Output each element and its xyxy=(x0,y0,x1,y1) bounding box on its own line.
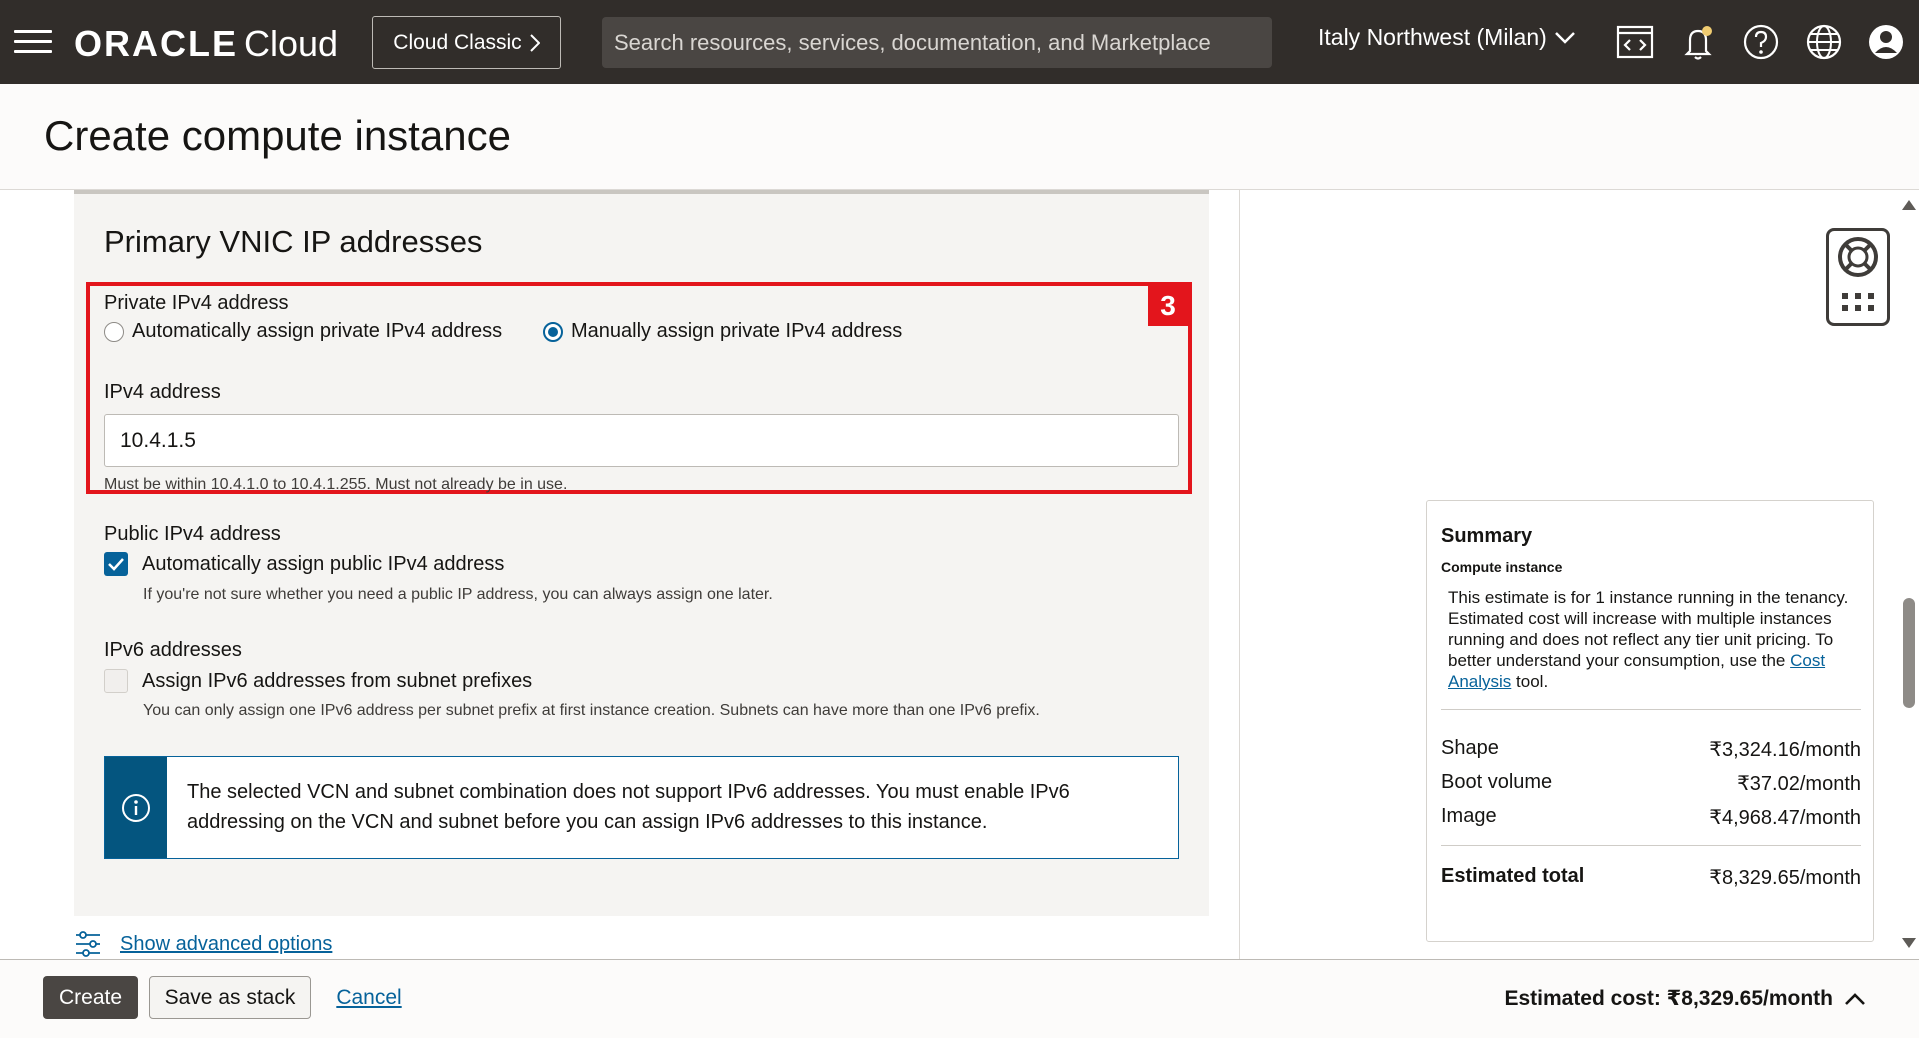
annotation-badge: 3 xyxy=(1148,286,1188,326)
code-editor-icon[interactable] xyxy=(1615,22,1655,62)
info-bar xyxy=(105,757,167,858)
help-widget[interactable] xyxy=(1826,228,1890,326)
section-title: Primary VNIC IP addresses xyxy=(104,224,483,259)
summary-description: This estimate is for 1 instance running … xyxy=(1448,587,1858,692)
logo-brand: ORACLE xyxy=(74,23,238,64)
radio-auto-label: Automatically assign private IPv4 addres… xyxy=(132,320,503,342)
summary-total-row: Estimated total ₹8,329.65/month xyxy=(1441,865,1861,890)
radio-manual-private-ipv4[interactable]: Manually assign private IPv4 address xyxy=(543,320,902,343)
panel-divider xyxy=(1239,190,1240,959)
ipv6-info-banner: The selected VCN and subnet combination … xyxy=(104,756,1179,859)
summary-title: Summary xyxy=(1441,525,1533,547)
cloud-classic-label: Cloud Classic xyxy=(393,30,522,54)
summary-row-label: Image xyxy=(1441,805,1497,827)
menu-icon[interactable] xyxy=(14,30,52,54)
oracle-cloud-logo[interactable]: ORACLE Cloud xyxy=(74,24,338,64)
footer-bar: Create Save as stack Cancel Estimated co… xyxy=(0,959,1919,1038)
radio-manual-circle[interactable] xyxy=(543,321,563,342)
summary-subtitle: Compute instance xyxy=(1441,559,1563,575)
language-globe-icon[interactable] xyxy=(1804,22,1844,62)
create-button[interactable]: Create xyxy=(43,976,138,1019)
chevron-up-icon xyxy=(1845,992,1865,1005)
page-title: Create compute instance xyxy=(44,112,511,159)
radio-auto-private-ipv4[interactable]: Automatically assign private IPv4 addres… xyxy=(104,320,502,343)
info-message: The selected VCN and subnet combination … xyxy=(187,781,1070,833)
ipv4-address-hint: Must be within 10.4.1.0 to 10.4.1.255. M… xyxy=(104,476,568,493)
radio-manual-label: Manually assign private IPv4 address xyxy=(571,320,903,342)
summary-panel: Summary Compute instance This estimate i… xyxy=(1426,500,1874,942)
scroll-up-arrow-icon[interactable] xyxy=(1902,200,1916,210)
ipv6-hint: You can only assign one IPv6 address per… xyxy=(143,702,1040,719)
top-header: ORACLE Cloud Cloud Classic Search resourc… xyxy=(0,0,1919,84)
summary-row-value: ₹4,968.47/month xyxy=(1709,807,1861,829)
scrollbar-thumb[interactable] xyxy=(1903,598,1915,708)
region-label: Italy Northwest (Milan) xyxy=(1318,24,1547,50)
show-advanced-options-link[interactable]: Show advanced options xyxy=(74,930,332,958)
cloud-classic-button[interactable]: Cloud Classic xyxy=(372,16,561,69)
ipv4-address-label: IPv4 address xyxy=(104,381,221,403)
checkbox-unchecked-icon[interactable] xyxy=(104,669,128,693)
checkbox-checked-icon[interactable] xyxy=(104,552,128,576)
chevron-right-icon xyxy=(529,33,540,52)
summary-row: Boot volume ₹37.02/month xyxy=(1441,771,1861,796)
summary-description-text: This estimate is for 1 instance running … xyxy=(1448,588,1849,670)
vnic-ip-section: Primary VNIC IP addresses 3 Private IPv4… xyxy=(74,190,1209,916)
user-profile-icon[interactable] xyxy=(1866,22,1906,62)
sliders-icon xyxy=(76,931,100,957)
search-input[interactable]: Search resources, services, documentatio… xyxy=(602,17,1272,68)
checkbox-public-ipv4[interactable]: Automatically assign public IPv4 address xyxy=(104,552,504,576)
help-icon[interactable] xyxy=(1741,22,1781,62)
private-ipv4-label: Private IPv4 address xyxy=(104,292,289,314)
estimated-cost-toggle[interactable]: Estimated cost: ₹8,329.65/month xyxy=(1504,986,1865,1011)
lifebuoy-icon xyxy=(1838,237,1878,277)
ipv4-address-value: 10.4.1.5 xyxy=(120,428,196,452)
cancel-link[interactable]: Cancel xyxy=(333,976,405,1019)
summary-total-value: ₹8,329.65/month xyxy=(1709,867,1861,889)
region-selector[interactable]: Italy Northwest (Milan) xyxy=(1318,24,1575,51)
checkbox-ipv6[interactable]: Assign IPv6 addresses from subnet prefix… xyxy=(104,669,532,693)
summary-divider xyxy=(1441,709,1861,710)
main-content: Primary VNIC IP addresses 3 Private IPv4… xyxy=(0,190,1919,959)
ipv6-label: IPv6 addresses xyxy=(104,639,242,661)
summary-divider xyxy=(1441,845,1861,846)
page-header: Create compute instance xyxy=(0,84,1919,190)
summary-row: Image ₹4,968.47/month xyxy=(1441,805,1861,830)
summary-row-value: ₹3,324.16/month xyxy=(1709,739,1861,761)
checkbox-public-label: Automatically assign public IPv4 address xyxy=(142,552,505,575)
public-ipv4-hint: If you're not sure whether you need a pu… xyxy=(143,586,773,603)
summary-row-label: Shape xyxy=(1441,737,1499,759)
search-placeholder: Search resources, services, documentatio… xyxy=(614,29,1211,55)
estimated-cost-label: Estimated cost: ₹8,329.65/month xyxy=(1504,987,1833,1010)
scroll-down-arrow-icon[interactable] xyxy=(1902,938,1916,948)
summary-row-value: ₹37.02/month xyxy=(1737,773,1861,795)
show-advanced-options-label: Show advanced options xyxy=(120,932,333,955)
save-as-stack-button[interactable]: Save as stack xyxy=(149,976,311,1019)
public-ipv4-label: Public IPv4 address xyxy=(104,523,281,545)
logo-suffix: Cloud xyxy=(244,23,339,64)
checkbox-ipv6-label: Assign IPv6 addresses from subnet prefix… xyxy=(142,669,533,692)
apps-grid-icon xyxy=(1842,293,1874,311)
chevron-down-icon xyxy=(1554,31,1575,44)
radio-auto-circle[interactable] xyxy=(104,321,124,342)
info-icon xyxy=(122,793,150,822)
summary-row: Shape ₹3,324.16/month xyxy=(1441,737,1861,762)
summary-total-label: Estimated total xyxy=(1441,865,1585,887)
summary-description-tail: tool. xyxy=(1516,672,1549,691)
ipv4-address-input[interactable]: 10.4.1.5 xyxy=(104,414,1179,467)
summary-row-label: Boot volume xyxy=(1441,771,1553,793)
notifications-bell-icon[interactable] xyxy=(1678,22,1718,62)
